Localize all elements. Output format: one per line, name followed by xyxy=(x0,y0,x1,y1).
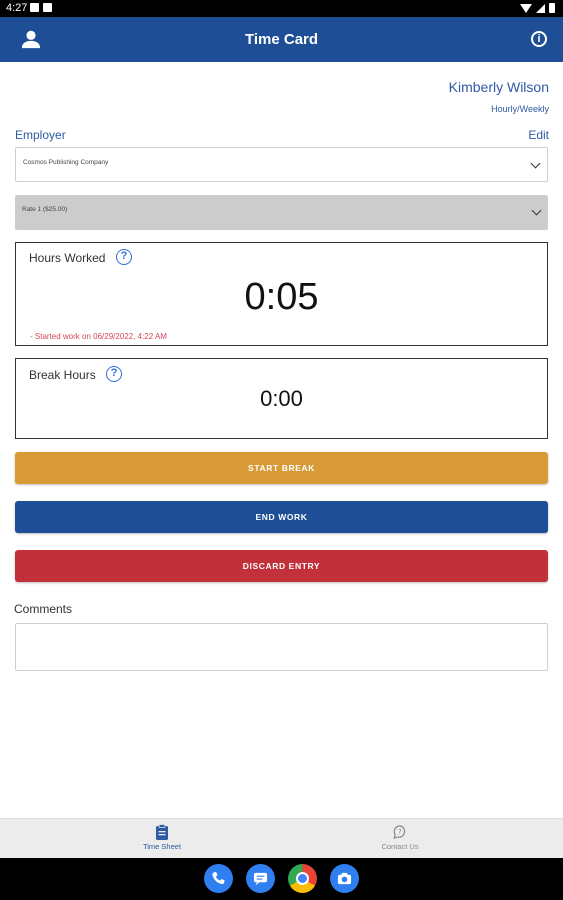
nav-contact-us[interactable]: ? Contact Us xyxy=(340,824,460,851)
bottom-nav: Time Sheet ? Contact Us xyxy=(0,818,563,858)
pay-type: Hourly/Weekly xyxy=(491,104,549,114)
battery-icon xyxy=(549,3,555,13)
rate-select[interactable]: Rate 1 ($25.00) xyxy=(15,195,548,230)
employer-label: Employer xyxy=(15,128,66,142)
info-icon[interactable]: i xyxy=(531,31,547,47)
break-hours-card: Break Hours ? 0:00 xyxy=(15,358,548,439)
status-indicators xyxy=(520,3,555,13)
chevron-down-icon xyxy=(530,158,541,169)
camera-icon[interactable] xyxy=(330,864,359,893)
phone-icon[interactable] xyxy=(204,864,233,893)
employer-select[interactable]: Cosmos Publishing Company xyxy=(15,147,548,182)
user-name: Kimberly Wilson xyxy=(448,79,549,95)
chrome-icon[interactable] xyxy=(288,864,317,893)
status-bar: 4:27 xyxy=(0,0,563,17)
help-icon[interactable]: ? xyxy=(106,366,122,382)
start-break-button[interactable]: START BREAK xyxy=(15,452,548,484)
edit-link[interactable]: Edit xyxy=(528,128,549,142)
page-title: Time Card xyxy=(244,31,319,48)
notification-icons xyxy=(30,3,52,12)
help-bubble-icon: ? xyxy=(393,825,406,840)
break-hours-label: Break Hours xyxy=(29,368,96,382)
help-icon[interactable]: ? xyxy=(116,249,132,265)
hours-worked-value: 0:05 xyxy=(244,276,319,318)
comments-label: Comments xyxy=(14,602,73,616)
svg-text:?: ? xyxy=(398,828,402,836)
hours-worked-card: Hours Worked ? 0:05 - Started work on 06… xyxy=(15,242,548,346)
nav-time-sheet[interactable]: Time Sheet xyxy=(102,824,222,851)
notification-icon xyxy=(43,3,52,12)
messages-icon[interactable] xyxy=(246,864,275,893)
started-work-note: - Started work on 06/29/2022, 4:22 AM xyxy=(30,332,167,341)
system-dock xyxy=(0,858,563,900)
break-hours-value: 0:00 xyxy=(260,386,303,411)
end-work-button[interactable]: END WORK xyxy=(15,501,548,533)
signal-icon xyxy=(536,3,545,13)
notification-icon xyxy=(30,3,39,12)
clipboard-icon xyxy=(156,824,168,840)
app-bar: Time Card i xyxy=(0,17,563,62)
rate-value: Rate 1 ($25.00) xyxy=(22,206,68,213)
wifi-icon xyxy=(520,3,532,13)
hours-worked-label: Hours Worked xyxy=(29,251,106,265)
comments-input[interactable] xyxy=(15,623,548,671)
nav-time-sheet-label: Time Sheet xyxy=(142,842,182,851)
status-time: 4:27 xyxy=(6,2,28,14)
discard-entry-button[interactable]: DISCARD ENTRY xyxy=(15,550,548,582)
employer-value: Cosmos Publishing Company xyxy=(23,159,109,166)
nav-contact-us-label: Contact Us xyxy=(381,842,419,851)
chevron-down-icon xyxy=(531,205,542,216)
